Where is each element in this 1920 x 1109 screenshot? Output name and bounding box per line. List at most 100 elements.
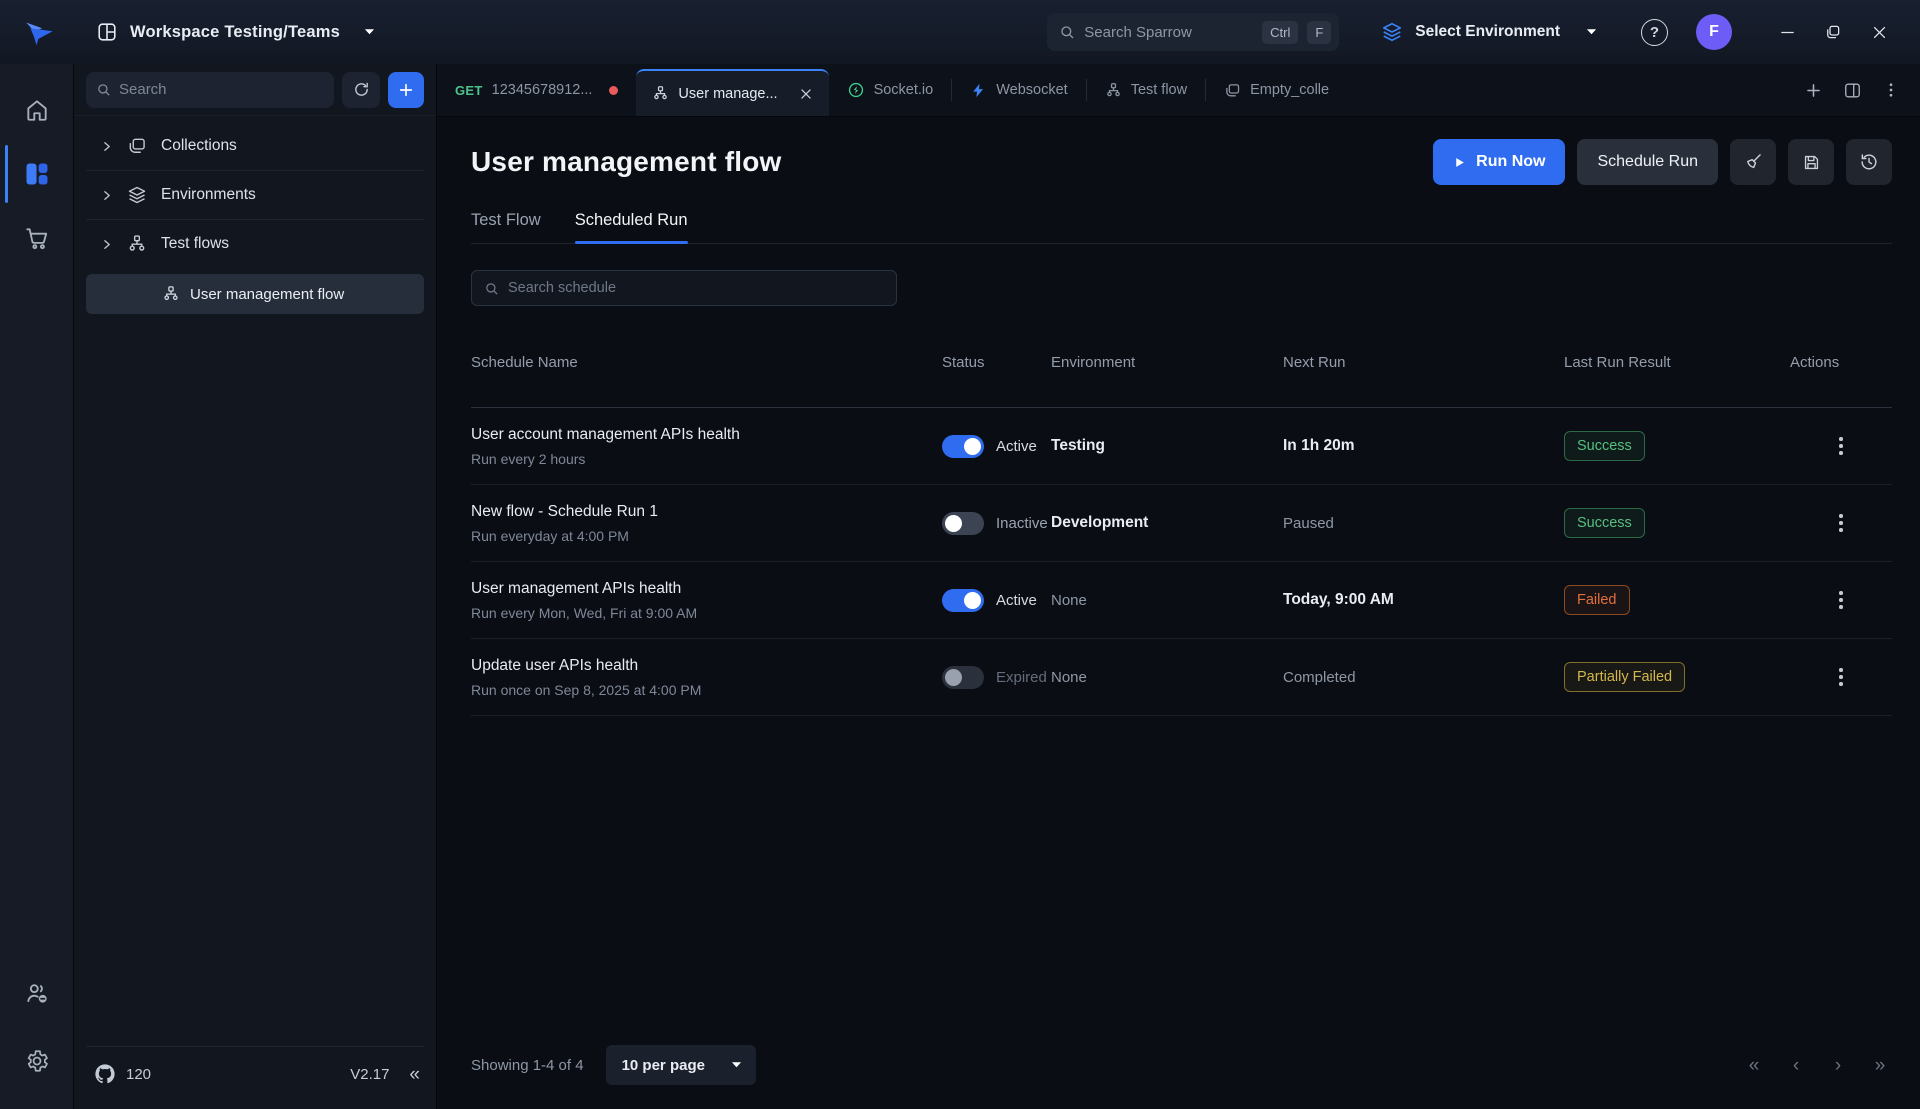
tab-socketio[interactable]: Socket.io — [829, 64, 952, 116]
kebab-menu-icon — [1839, 437, 1843, 441]
sidebar-item-environments[interactable]: Environments — [86, 171, 424, 219]
window-controls — [1772, 17, 1894, 47]
next-run-cell: In 1h 20m — [1283, 437, 1564, 455]
sidebar-item-collections[interactable]: Collections — [86, 122, 424, 170]
row-actions-menu-button[interactable] — [1831, 429, 1851, 463]
main-area: GET 12345678912... User manage... — [437, 64, 1920, 1109]
split-view-button[interactable] — [1843, 81, 1862, 100]
close-button[interactable] — [1864, 17, 1894, 47]
global-search[interactable]: Ctrl F — [1047, 13, 1339, 51]
help-button[interactable]: ? — [1641, 19, 1668, 46]
tab-scheduled-run-view[interactable]: Scheduled Run — [575, 211, 688, 243]
github-icon[interactable] — [94, 1063, 116, 1085]
marketplace-nav-button[interactable] — [15, 216, 59, 260]
first-page-button[interactable]: « — [1742, 1056, 1766, 1075]
toggle-knob — [945, 669, 962, 686]
schedule-toggle[interactable] — [942, 512, 984, 535]
sidebar-toolbar — [74, 64, 436, 116]
schedule-run-button[interactable]: Schedule Run — [1577, 139, 1718, 185]
tab-test-flow[interactable]: Test flow — [1087, 64, 1205, 116]
schedule-toggle[interactable] — [942, 589, 984, 612]
chevron-right-icon — [100, 140, 113, 153]
last-run-result-cell: Success — [1564, 508, 1790, 538]
sidebar-item-test-flows[interactable]: Test flows — [86, 220, 424, 268]
schedule-run-label: Schedule Run — [1597, 153, 1698, 170]
result-badge: Failed — [1564, 585, 1630, 615]
pagination: « ‹ › » — [1742, 1056, 1892, 1075]
view-tabs: Test Flow Scheduled Run — [471, 211, 1892, 244]
schedule-toggle[interactable] — [942, 435, 984, 458]
workspace-selector[interactable]: Workspace Testing/Teams — [96, 21, 375, 43]
environment-label: Select Environment — [1415, 23, 1560, 41]
schedule-name: Update user APIs health — [471, 657, 942, 675]
clear-flow-button[interactable] — [1730, 139, 1776, 185]
maximize-button[interactable] — [1818, 17, 1848, 47]
environment-selector[interactable]: Select Environment — [1381, 21, 1597, 43]
app-version: V2.17 — [350, 1066, 389, 1083]
sidebar-item-label: Environments — [161, 186, 256, 204]
save-button[interactable] — [1788, 139, 1834, 185]
tab-user-management-flow[interactable]: User manage... — [636, 69, 828, 116]
row-actions-menu-button[interactable] — [1831, 660, 1851, 694]
row-actions-menu-button[interactable] — [1831, 506, 1851, 540]
flow-icon — [127, 234, 147, 254]
tab-label: 12345678912... — [492, 82, 593, 98]
previous-page-button[interactable]: ‹ — [1784, 1056, 1808, 1075]
sidebar-item-user-management-flow[interactable]: User management flow — [86, 274, 424, 314]
page-size-label: 10 per page — [622, 1057, 705, 1074]
schedule-name-cell: Update user APIs health Run once on Sep … — [471, 657, 942, 698]
flow-icon — [652, 85, 669, 102]
kebab-menu-icon — [1882, 81, 1900, 99]
schedule-search-input[interactable] — [508, 280, 884, 296]
schedule-recurrence: Run everyday at 4:00 PM — [471, 528, 942, 544]
question-mark-icon: ? — [1650, 24, 1659, 41]
collapse-sidebar-button[interactable]: « — [409, 1065, 420, 1084]
refresh-button[interactable] — [342, 72, 380, 108]
community-nav-button[interactable] — [15, 971, 59, 1015]
schedule-name: User account management APIs health — [471, 426, 942, 444]
chevron-down-icon — [364, 28, 375, 36]
avatar[interactable]: F — [1696, 14, 1732, 50]
table-row: New flow - Schedule Run 1 Run everyday a… — [471, 485, 1892, 562]
home-nav-button[interactable] — [15, 88, 59, 132]
sidebar-search-input[interactable] — [119, 81, 324, 98]
settings-nav-button[interactable] — [15, 1039, 59, 1083]
plus-icon — [1804, 81, 1823, 100]
row-actions-menu-button[interactable] — [1831, 583, 1851, 617]
schedule-search[interactable] — [471, 270, 897, 306]
tab-rest-request[interactable]: GET 12345678912... — [437, 64, 636, 116]
tab-label: Empty_colle — [1250, 82, 1329, 98]
next-run-cell: Completed — [1283, 669, 1564, 686]
table-row: Update user APIs health Run once on Sep … — [471, 639, 1892, 716]
new-tab-button[interactable] — [1804, 81, 1823, 100]
environment-cell: Development — [1051, 514, 1283, 532]
modules-grid-icon — [23, 160, 51, 188]
tab-test-flow-view[interactable]: Test Flow — [471, 211, 541, 243]
history-button[interactable] — [1846, 139, 1892, 185]
tab-websocket[interactable]: Websocket — [952, 64, 1085, 116]
home-icon — [24, 97, 50, 123]
run-now-button[interactable]: Run Now — [1433, 139, 1565, 185]
status-cell: Active — [942, 589, 1051, 612]
tab-empty-collection[interactable]: Empty_colle — [1206, 64, 1347, 116]
last-run-result-cell: Partially Failed — [1564, 662, 1790, 692]
next-page-button[interactable]: › — [1826, 1056, 1850, 1075]
workspace-modules-nav-button[interactable] — [15, 152, 59, 196]
app-window: Workspace Testing/Teams Ctrl F Select En… — [0, 0, 1920, 1109]
close-tab-button[interactable] — [797, 85, 815, 103]
schedule-toggle[interactable] — [942, 666, 984, 689]
global-search-input[interactable] — [1084, 24, 1253, 41]
last-page-button[interactable]: » — [1868, 1056, 1892, 1075]
column-header-actions: Actions — [1790, 354, 1892, 371]
tab-strip-actions — [1784, 81, 1920, 100]
status-cell: Expired — [942, 666, 1051, 689]
minimize-button[interactable] — [1772, 17, 1802, 47]
page-size-select[interactable]: 10 per page — [606, 1045, 756, 1085]
sidebar-search[interactable] — [86, 72, 334, 108]
more-options-button[interactable] — [1882, 81, 1900, 99]
search-icon — [1059, 24, 1075, 40]
add-new-button[interactable] — [388, 72, 424, 108]
close-icon — [799, 87, 813, 101]
toggle-knob — [945, 515, 962, 532]
schedule-name-cell: User account management APIs health Run … — [471, 426, 942, 467]
